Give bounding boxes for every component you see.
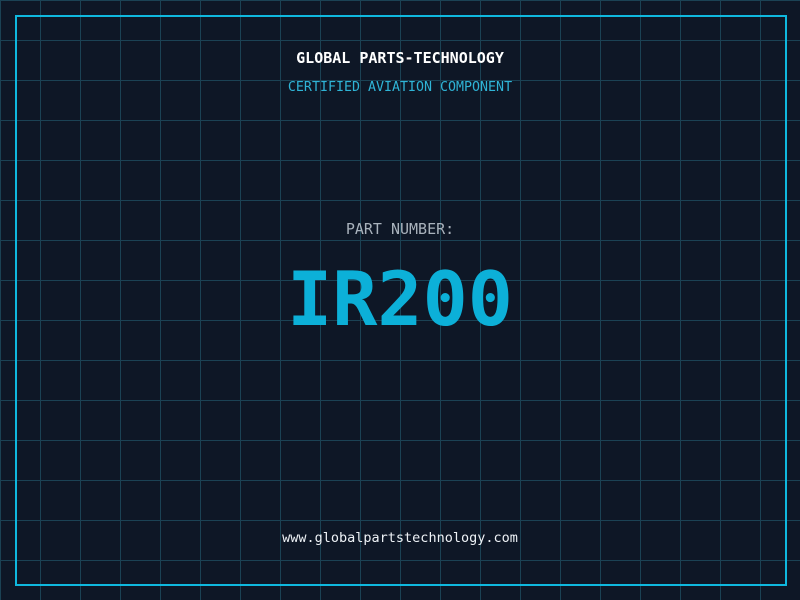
part-number-value: IR200: [287, 255, 513, 343]
website-url: www.globalpartstechnology.com: [282, 530, 518, 546]
blueprint-grid-background: GLOBAL PARTS-TECHNOLOGY CERTIFIED AVIATI…: [0, 0, 800, 600]
part-number-label: PART NUMBER:: [345, 220, 455, 238]
certification-tagline: CERTIFIED AVIATION COMPONENT: [287, 80, 513, 95]
company-name: GLOBAL PARTS-TECHNOLOGY: [296, 49, 504, 67]
